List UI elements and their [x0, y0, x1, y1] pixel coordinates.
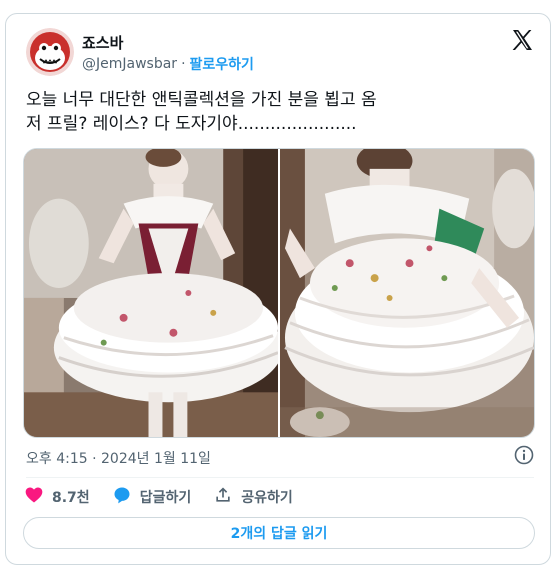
avatar[interactable]	[26, 28, 74, 76]
author-display-name[interactable]: 죠스바	[82, 32, 123, 53]
like-button[interactable]: 8.7천	[24, 486, 90, 508]
share-button[interactable]: 공유하기	[213, 486, 293, 508]
follow-button[interactable]: 팔로우하기	[190, 54, 254, 74]
speech-bubble-icon	[112, 485, 132, 509]
like-count: 8.7천	[52, 490, 90, 506]
author-handle-row: @JemJawsbar · 팔로우하기	[82, 54, 254, 74]
read-replies-button[interactable]: 2개의 답글 읽기	[23, 517, 535, 549]
share-upload-icon	[213, 485, 233, 509]
reply-button[interactable]: 답글하기	[112, 485, 192, 509]
divider	[26, 477, 534, 478]
action-bar: 8.7천 답글하기 공유하기	[24, 486, 315, 508]
tweet-text: 오늘 너무 대단한 앤틱콜렉션을 가진 분을 뵙고 옴 저 프릴? 레이스? 다…	[26, 90, 377, 134]
share-label: 공유하기	[241, 490, 293, 506]
info-icon[interactable]	[514, 445, 534, 465]
tweet-timestamp[interactable]: 오후 4:15 · 2024년 1월 11일	[26, 448, 211, 468]
separator-dot: ·	[181, 56, 186, 72]
media-gallery	[23, 148, 535, 438]
heart-icon	[24, 485, 44, 509]
author-handle[interactable]: @JemJawsbar	[82, 56, 177, 72]
photo-porcelain-dancer-2[interactable]	[280, 149, 534, 437]
reply-label: 답글하기	[139, 490, 192, 506]
photo-porcelain-dancer-1[interactable]	[24, 149, 278, 437]
x-logo-icon[interactable]	[510, 28, 534, 52]
tweet-card: 죠스바 @JemJawsbar · 팔로우하기 오늘 너무 대단한 앤틱콜렉션을…	[5, 13, 551, 565]
